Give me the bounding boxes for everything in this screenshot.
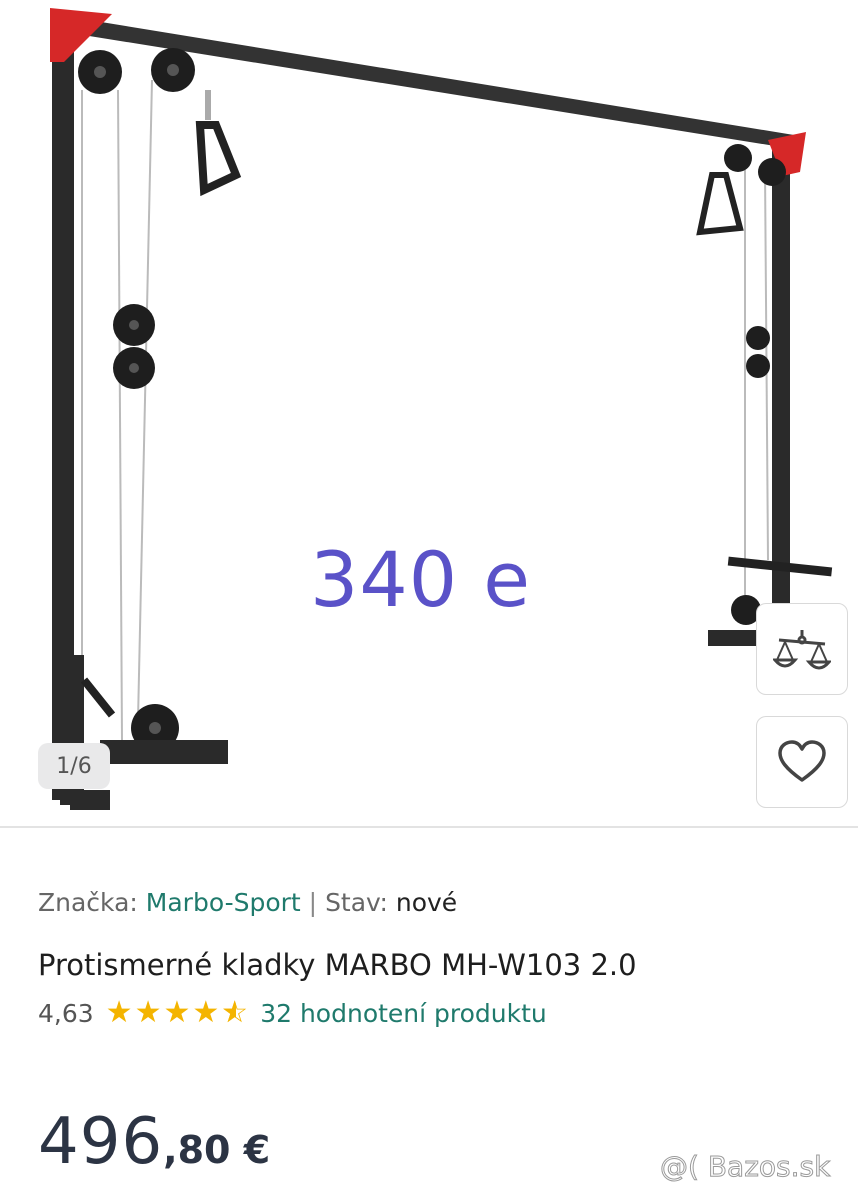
brand-link[interactable]: Marbo-Sport [146, 888, 301, 917]
product-price: 496,80 € [38, 1105, 270, 1179]
brand-label: Značka: [38, 888, 138, 917]
condition-value: nové [395, 888, 458, 917]
product-meta: Značka: Marbo-Sport | Stav: nové [38, 888, 457, 917]
overlay-price-text: 340 e [310, 535, 531, 624]
section-divider [0, 826, 858, 828]
rating-stars: ★ ★ ★ ★ ☆ ★ [106, 998, 251, 1028]
price-fraction: ,80 € [163, 1128, 271, 1172]
rating-value: 4,63 [38, 998, 94, 1028]
reviews-link[interactable]: 32 hodnotení produktu [260, 999, 547, 1028]
meta-separator: | [308, 888, 318, 917]
star-icon: ★ [163, 995, 191, 1030]
compare-button[interactable] [756, 603, 848, 695]
condition-label: Stav: [325, 888, 388, 917]
star-icon: ★ [105, 995, 133, 1030]
star-icon: ★ [134, 995, 162, 1030]
price-integer: 496 [38, 1105, 164, 1179]
favorite-button[interactable] [756, 716, 848, 808]
scales-icon [773, 630, 831, 670]
product-title: Protismerné kladky MARBO MH-W103 2.0 [38, 948, 637, 982]
half-star-icon: ☆ ★ [221, 995, 249, 1030]
star-icon: ★ [192, 995, 220, 1030]
image-counter: 1/6 [38, 743, 110, 789]
heart-icon [778, 740, 826, 782]
product-image-gallery[interactable]: 340 e 1/6 [0, 0, 858, 826]
product-image [50, 8, 833, 810]
product-rating: 4,63 ★ ★ ★ ★ ☆ ★ 32 hodnotení produktu [38, 998, 547, 1028]
watermark: @( Bazos.sk [659, 1150, 831, 1184]
